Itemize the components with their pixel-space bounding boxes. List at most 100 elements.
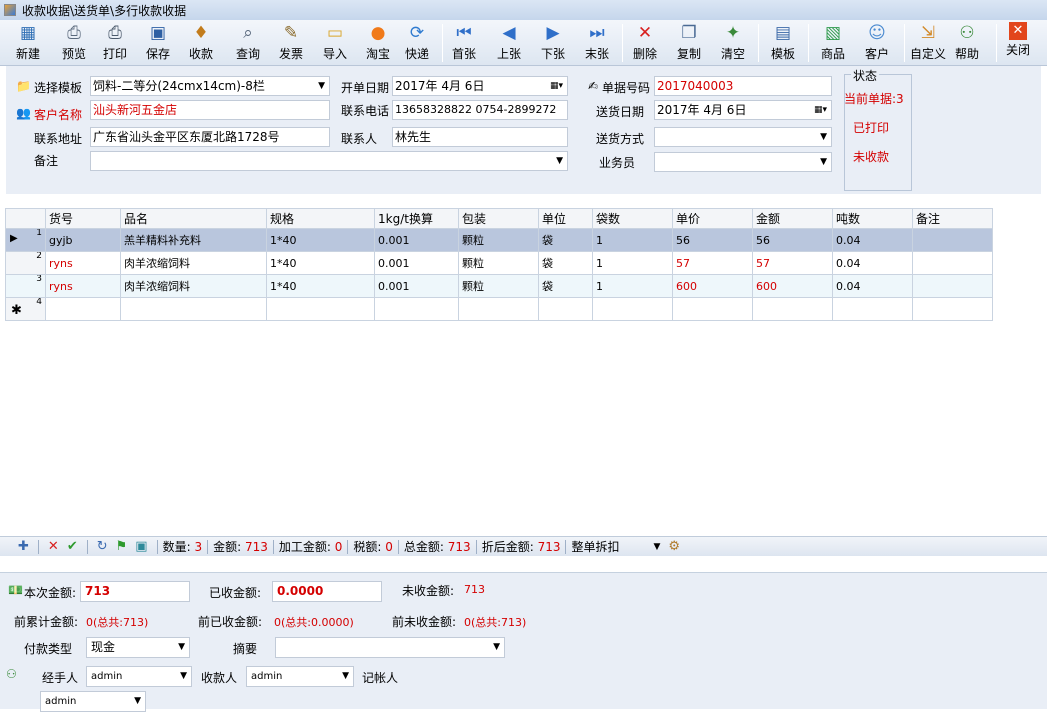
column-header[interactable]: 包装	[458, 208, 539, 229]
grid-cell[interactable]: gyjb	[45, 228, 121, 252]
column-header[interactable]: 品名	[120, 208, 267, 229]
grid-cell[interactable]	[266, 297, 375, 321]
delete-row-icon[interactable]: ✕	[48, 539, 59, 554]
table-row[interactable]: ✱ 4	[5, 297, 993, 321]
column-header[interactable]: 货号	[45, 208, 121, 229]
grid-cell[interactable]	[374, 297, 459, 321]
grid-cell[interactable]: 0.04	[832, 274, 913, 298]
grid-cell[interactable]: 600	[752, 274, 833, 298]
grid-cell[interactable]: 1	[592, 251, 673, 275]
confirm-icon[interactable]: ✔	[67, 539, 78, 554]
column-header[interactable]: 单价	[672, 208, 753, 229]
grid-cell[interactable]: ryns	[45, 251, 121, 275]
grid-cell[interactable]	[752, 297, 833, 321]
close-button[interactable]: ✕ 关闭	[1006, 22, 1030, 64]
preview-button[interactable]: ⎙ 预览	[62, 22, 86, 64]
grid-cell[interactable]: 56	[672, 228, 753, 252]
table-row[interactable]: ▶ 1 gyjb 羔羊精料补充料 1*40 0.001 颗粒 袋 1 56 56 …	[5, 228, 993, 252]
custom-button[interactable]: ⇲ 自定义	[910, 22, 946, 64]
column-header[interactable]: 金额	[752, 208, 833, 229]
prev-button[interactable]: ◀ 上张	[497, 22, 521, 64]
summary-select[interactable]: ▼	[275, 637, 505, 658]
taobao-button[interactable]: ● 淘宝	[366, 22, 390, 64]
flag-icon[interactable]: ⚑	[116, 539, 128, 554]
next-button[interactable]: ▶ 下张	[541, 22, 565, 64]
box-icon[interactable]: ▣	[135, 539, 147, 554]
grid-cell[interactable]: 57	[672, 251, 753, 275]
column-header[interactable]: 1kg/t换算	[374, 208, 459, 229]
payee-select[interactable]: admin ▼	[246, 666, 354, 687]
grid-cell[interactable]: ryns	[45, 274, 121, 298]
grid-cell[interactable]: 0.001	[374, 228, 459, 252]
this-amount-field[interactable]: 713	[80, 581, 190, 602]
column-header[interactable]: 袋数	[592, 208, 673, 229]
open-date-picker[interactable]: 2017年 4月 6日 ▦▾	[392, 76, 568, 96]
grid-cell[interactable]: 肉羊浓缩饲料	[120, 251, 267, 275]
grid-cell[interactable]: 颗粒	[458, 228, 539, 252]
first-button[interactable]: ⏮ 首张	[452, 22, 476, 64]
doc-no-field[interactable]: 2017040003	[654, 76, 832, 96]
refresh-icon[interactable]: ↻	[97, 539, 108, 554]
grid-cell[interactable]	[592, 297, 673, 321]
grid-cell[interactable]	[458, 297, 539, 321]
ship-method-select[interactable]: ▼	[654, 127, 832, 147]
column-header[interactable]: 备注	[912, 208, 993, 229]
grid-cell[interactable]: 颗粒	[458, 251, 539, 275]
delete-button[interactable]: ✕ 删除	[633, 22, 657, 64]
row-header[interactable]: 3	[5, 274, 46, 298]
grid-cell[interactable]: 肉羊浓缩饲料	[120, 274, 267, 298]
grid-cell[interactable]: 0.001	[374, 251, 459, 275]
grid-cell[interactable]: 袋	[538, 251, 593, 275]
grid-cell[interactable]: 600	[672, 274, 753, 298]
column-header[interactable]: 规格	[266, 208, 375, 229]
phone-field[interactable]: 13658328822 0754-2899272	[392, 100, 568, 120]
settings-icon[interactable]: ⚙	[668, 539, 680, 554]
row-header[interactable]: 2	[5, 251, 46, 275]
grid-cell[interactable]: 1*40	[266, 228, 375, 252]
grid-cell[interactable]: 57	[752, 251, 833, 275]
save-button[interactable]: ▣ 保存	[146, 22, 170, 64]
clear-button[interactable]: ✦ 清空	[721, 22, 745, 64]
contact-field[interactable]: 林先生	[392, 127, 568, 147]
grid-cell[interactable]: 羔羊精料补充料	[120, 228, 267, 252]
goods-button[interactable]: ▧ 商品	[821, 22, 845, 64]
print-button[interactable]: ⎙ 打印	[103, 22, 127, 64]
table-row[interactable]: 2 ryns 肉羊浓缩饲料 1*40 0.001 颗粒 袋 1 57 57 0.…	[5, 251, 993, 275]
grid-cell[interactable]	[912, 228, 993, 252]
column-header[interactable]: 吨数	[832, 208, 913, 229]
grid-cell[interactable]: 0.04	[832, 228, 913, 252]
ship-date-picker[interactable]: 2017年 4月 6日 ▦▾	[654, 100, 832, 120]
receive-button[interactable]: ♦ 收款	[189, 22, 213, 64]
items-grid[interactable]: 货号 品名 规格 1kg/t换算 包装 单位 袋数 单价 金额 吨数 备注 ▶ 1…	[5, 208, 993, 321]
express-button[interactable]: ⟳ 快递	[405, 22, 429, 64]
grid-cell[interactable]: 1*40	[266, 274, 375, 298]
grid-cell[interactable]	[45, 297, 121, 321]
grid-cell[interactable]: 颗粒	[458, 274, 539, 298]
grid-cell[interactable]	[120, 297, 267, 321]
whole-discount-button[interactable]: 整单拆扣	[571, 538, 619, 555]
grid-cell[interactable]: 56	[752, 228, 833, 252]
column-header[interactable]: 单位	[538, 208, 593, 229]
received-field[interactable]: 0.0000	[272, 581, 382, 602]
grid-cell[interactable]	[912, 297, 993, 321]
grid-cell[interactable]	[832, 297, 913, 321]
row-header[interactable]: ▶ 1	[5, 228, 46, 252]
template-select[interactable]: 饲料-二等分(24cmx14cm)-8栏 ▼	[90, 76, 330, 96]
address-field[interactable]: 广东省汕头金平区东厦北路1728号	[90, 127, 330, 147]
grid-cell[interactable]: 0.04	[832, 251, 913, 275]
customer-button[interactable]: ☺ 客户	[865, 22, 889, 64]
grid-cell[interactable]: 袋	[538, 274, 593, 298]
table-row[interactable]: 3 ryns 肉羊浓缩饲料 1*40 0.001 颗粒 袋 1 600 600 …	[5, 274, 993, 298]
new-button[interactable]: ▦ 新建	[16, 22, 40, 64]
invoice-button[interactable]: ✎ 发票	[279, 22, 303, 64]
grid-cell[interactable]: 袋	[538, 228, 593, 252]
grid-cell[interactable]: 0.001	[374, 274, 459, 298]
salesman-select[interactable]: ▼	[654, 152, 832, 172]
query-button[interactable]: ⌕ 查询	[236, 22, 260, 64]
grid-cell[interactable]	[912, 274, 993, 298]
copy-button[interactable]: ❐ 复制	[677, 22, 701, 64]
grid-cell[interactable]	[672, 297, 753, 321]
grid-cell[interactable]	[912, 251, 993, 275]
grid-cell[interactable]	[538, 297, 593, 321]
note-select[interactable]: ▼	[90, 151, 568, 171]
